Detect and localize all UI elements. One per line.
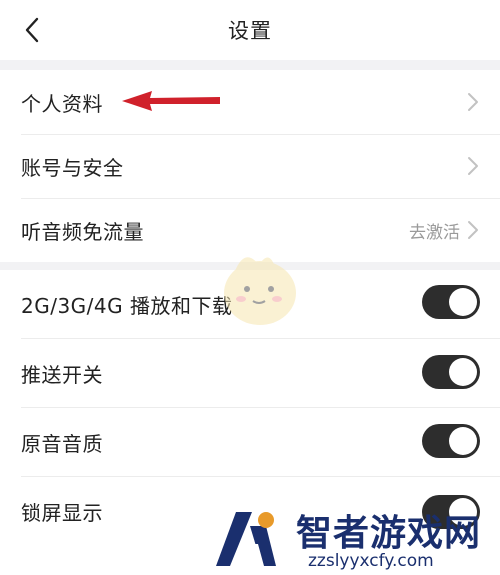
settings-item-label: 账号与安全 [21,156,124,180]
account-settings-group: 个人资料 账号与安全 听音频免流量 去激活 [0,70,500,262]
mobile-network-toggle[interactable] [422,285,480,319]
settings-item-label: 个人资料 [21,91,103,116]
watermark-url: zzslyyxcfy.com [308,551,434,571]
settings-item-label: 2G/3G/4G 播放和下载 [21,293,233,318]
settings-item-label: 锁屏显示 [21,500,103,525]
activate-link[interactable]: 去激活 [409,218,460,243]
original-quality-toggle[interactable] [422,424,480,458]
watermark-title: 智者游戏网 [296,513,482,554]
logo-mark-icon [216,512,276,566]
chevron-right-icon [468,221,478,239]
settings-item-label: 听音频免流量 [21,220,144,244]
toggle-knob [449,427,477,455]
chevron-right-icon [468,157,478,175]
settings-item-account-security[interactable]: 账号与安全 [0,135,500,198]
toggle-knob [449,358,477,386]
back-button[interactable] [14,12,50,48]
settings-item-push: 推送开关 [0,339,500,407]
settings-item-profile[interactable]: 个人资料 [0,70,500,134]
chevron-right-icon [468,93,478,111]
annotation-arrow [122,91,220,111]
settings-item-label: 原音音质 [21,431,103,456]
chevron-left-icon [25,17,39,43]
settings-item-label: 推送开关 [21,362,103,387]
nav-header: 设置 [0,0,500,60]
watermark-logo: 智者游戏网 zzslyyxcfy.com [212,502,500,575]
toggle-knob [449,288,477,316]
settings-item-original-quality: 原音音质 [0,408,500,476]
push-toggle[interactable] [422,355,480,389]
page-title: 设置 [228,19,272,43]
mascot-watermark-image [224,257,296,325]
